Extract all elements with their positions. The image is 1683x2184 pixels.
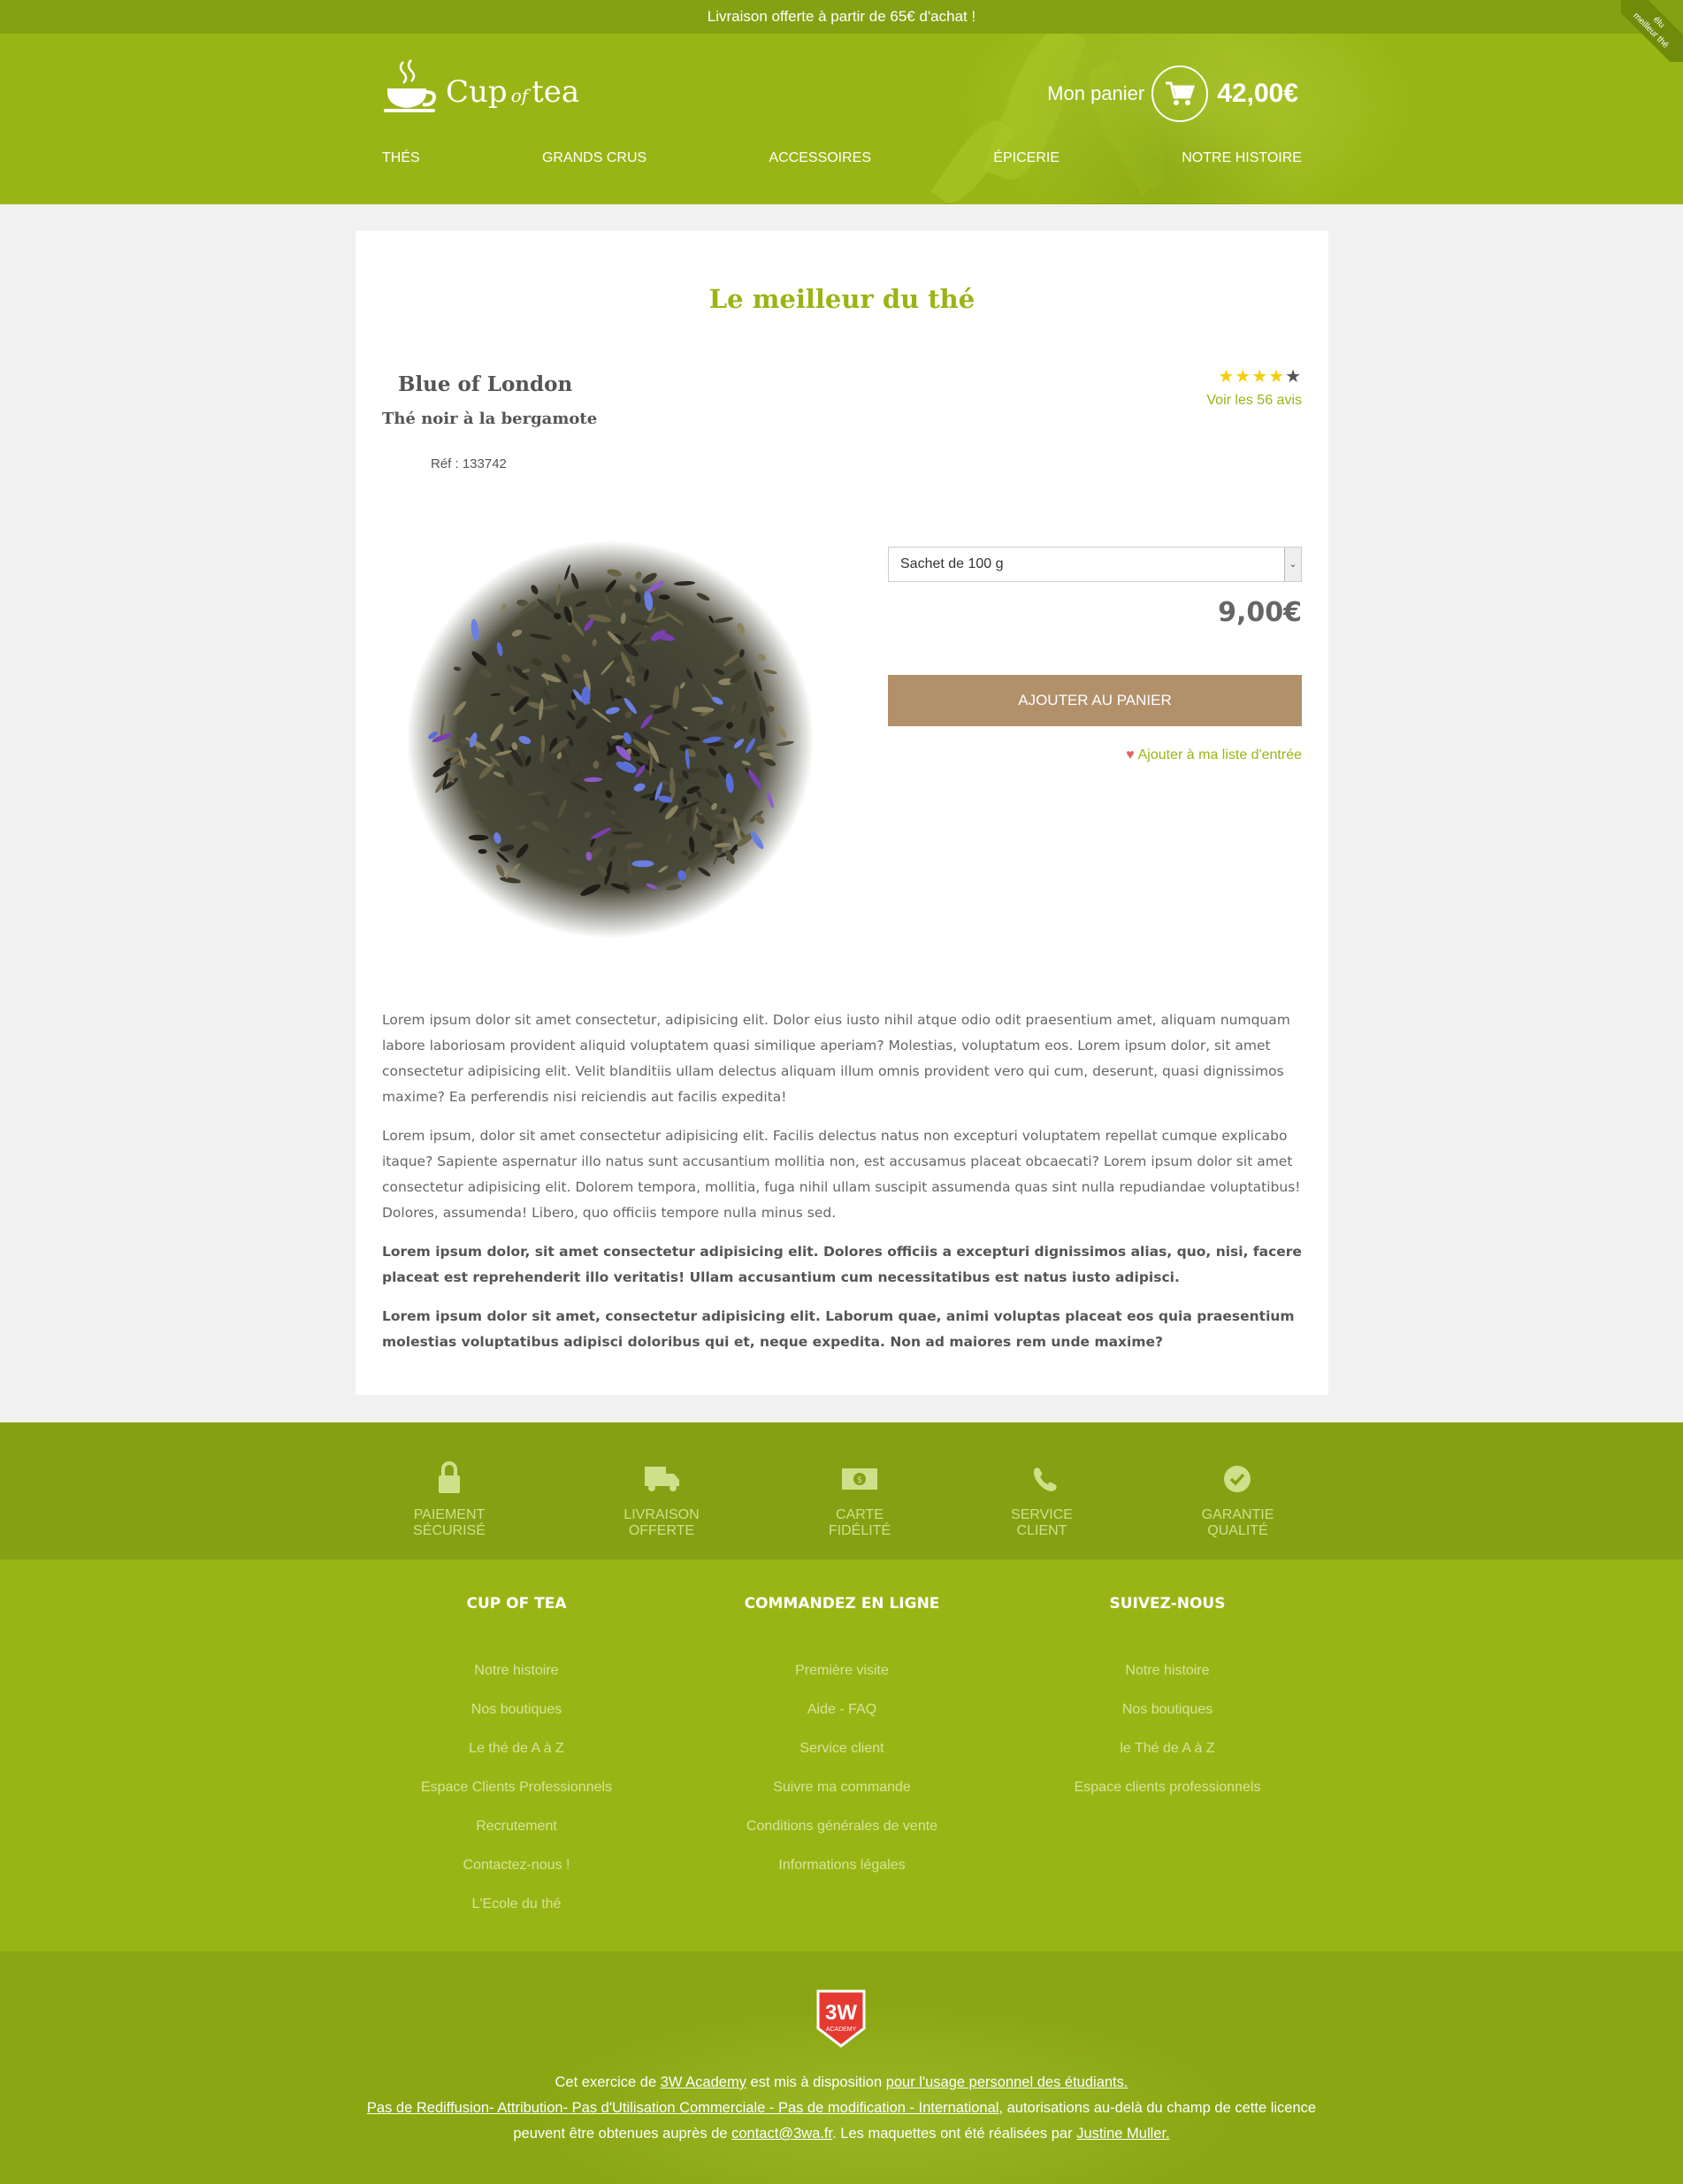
footer-column-title: CUP OF TEA bbox=[466, 1595, 567, 1613]
footer-link[interactable]: Recrutement bbox=[340, 1807, 693, 1846]
footer-column-title: SUIVEZ-NOUS bbox=[1109, 1595, 1226, 1613]
footer-link[interactable]: Première visite bbox=[665, 1651, 1019, 1690]
footer-link[interactable]: Notre histoire bbox=[991, 1651, 1344, 1690]
main-nav: THÉS GRANDS CRUS ACCESSOIRES ÉPICERIE NO… bbox=[382, 150, 1302, 166]
teacup-icon bbox=[384, 59, 436, 112]
feature-secure-payment: PAIEMENT SÉCURISÉ bbox=[382, 1454, 516, 1539]
feature-quality-guarantee: GARANTIE QUALITÉ bbox=[1174, 1454, 1302, 1539]
cart-summary[interactable]: Mon panier 42,00€ bbox=[1047, 65, 1298, 122]
contact-email-link[interactable]: contact@3wa.fr bbox=[731, 2126, 832, 2142]
product-card: Le meilleur du thé Blue of London Thé no… bbox=[356, 231, 1328, 1395]
features-strip: PAIEMENT SÉCURISÉ LIVRAISON OFFERTE $ CA… bbox=[0, 1422, 1683, 1559]
logo-text: Cup of tea bbox=[446, 74, 580, 110]
description-paragraph: Lorem ipsum dolor sit amet consectetur, … bbox=[382, 1012, 1290, 1105]
nav-item-notre-histoire[interactable]: NOTRE HISTOIRE bbox=[1182, 150, 1302, 166]
footer-link[interactable]: Aide - FAQ bbox=[665, 1690, 1019, 1729]
footer-link[interactable]: Suivre ma commande bbox=[665, 1768, 1019, 1807]
nav-item-grands-crus[interactable]: GRANDS CRUS bbox=[542, 150, 646, 166]
reviews-link[interactable]: Voir les 56 avis bbox=[1206, 393, 1302, 409]
footer-link[interactable]: Nos boutiques bbox=[340, 1690, 693, 1729]
feature-loyalty-card: $ CARTE FIDÉLITÉ bbox=[807, 1454, 912, 1539]
footer-link[interactable]: le Thé de A à Z bbox=[991, 1729, 1344, 1768]
wishlist-link[interactable]: ♥ Ajouter à ma liste d'entrée bbox=[1126, 747, 1302, 763]
star-icon: ★ bbox=[1251, 367, 1269, 387]
site-logo[interactable]: Cup of tea bbox=[382, 58, 579, 115]
footer-link[interactable]: Espace Clients Professionnels bbox=[340, 1768, 693, 1807]
star-icon: ★ bbox=[1268, 367, 1286, 387]
product-price: 9,00€ bbox=[1218, 597, 1302, 628]
chevron-down-icon: ⌄ bbox=[1284, 548, 1301, 581]
feature-free-delivery: LIVRAISON OFFERTE bbox=[596, 1454, 727, 1539]
phone-icon bbox=[1033, 1467, 1057, 1491]
money-icon: $ bbox=[842, 1468, 877, 1490]
footer-link[interactable]: L'Ecole du thé bbox=[340, 1885, 693, 1924]
footer-column-suivez-nous: SUIVEZ-NOUS Notre histoire Nos boutiques… bbox=[991, 1595, 1344, 1807]
svg-text:$: $ bbox=[857, 1475, 862, 1485]
footer-link[interactable]: Contactez-nous ! bbox=[340, 1846, 693, 1885]
3w-academy-link[interactable]: 3W Academy bbox=[661, 2074, 746, 2090]
check-circle-icon bbox=[1224, 1466, 1251, 1492]
footer-link[interactable]: Informations légales bbox=[665, 1846, 1019, 1885]
site-footer: CUP OF TEA Notre histoire Nos boutiques … bbox=[0, 1559, 1683, 1951]
footer-link[interactable]: Nos boutiques bbox=[991, 1690, 1344, 1729]
credits-text: Cet exercice de 3W Academy est mis à dis… bbox=[366, 2074, 1317, 2142]
footer-link[interactable]: Notre histoire bbox=[340, 1651, 693, 1690]
license-link[interactable]: Pas de Rediffusion- Attribution- Pas d'U… bbox=[367, 2100, 1003, 2116]
footer-link[interactable]: Service client bbox=[665, 1729, 1019, 1768]
star-empty-icon: ★ bbox=[1285, 367, 1302, 387]
3w-academy-logo[interactable]: 3W ACADEMY bbox=[815, 1989, 867, 2049]
nav-item-accessoires[interactable]: ACCESSOIRES bbox=[769, 150, 871, 166]
footer-column-commandez: COMMANDEZ EN LIGNE Première visite Aide … bbox=[665, 1595, 1019, 1885]
footer-link[interactable]: Le thé de A à Z bbox=[340, 1729, 693, 1768]
designer-link[interactable]: Justine Muller. bbox=[1076, 2126, 1169, 2142]
rating-stars: ★★★★★ bbox=[1218, 365, 1302, 387]
svg-text:3W: 3W bbox=[825, 2001, 857, 2025]
star-icon: ★ bbox=[1218, 367, 1235, 387]
award-ribbon: élu meilleur thé bbox=[1621, 0, 1683, 62]
lock-icon bbox=[439, 1461, 460, 1493]
star-icon: ★ bbox=[1235, 367, 1252, 387]
footer-link[interactable]: Espace clients professionnels bbox=[991, 1768, 1344, 1807]
footer-link[interactable]: Conditions générales de vente bbox=[665, 1807, 1019, 1846]
footer-column-title: COMMANDEZ EN LIGNE bbox=[744, 1595, 940, 1613]
truck-icon bbox=[645, 1467, 679, 1491]
nav-item-thes[interactable]: THÉS bbox=[382, 150, 420, 166]
nav-item-epicerie[interactable]: ÉPICERIE bbox=[993, 150, 1060, 166]
size-select-value: Sachet de 100 g bbox=[900, 556, 1004, 571]
footer-column-cup-of-tea: CUP OF TEA Notre histoire Nos boutiques … bbox=[340, 1595, 693, 1924]
product-description: Lorem ipsum dolor sit amet consectetur, … bbox=[382, 1008, 1302, 1368]
section-title: Le meilleur du thé bbox=[708, 284, 975, 314]
description-paragraph: Lorem ipsum, dolor sit amet consectetur … bbox=[382, 1128, 1301, 1221]
site-header: Cup of tea Mon panier 42,00€ THÉS GRANDS C… bbox=[0, 34, 1683, 204]
description-paragraph-bold: Lorem ipsum dolor, sit amet consectetur … bbox=[382, 1244, 1302, 1285]
product-image bbox=[407, 540, 814, 939]
student-use-link[interactable]: pour l'usage personnel des étudiants. bbox=[886, 2074, 1128, 2090]
credits-section: 3W ACADEMY Cet exercice de 3W Academy es… bbox=[0, 1951, 1683, 2184]
description-paragraph-bold: Lorem ipsum dolor sit amet, consectetur … bbox=[382, 1308, 1295, 1350]
wishlist-label: Ajouter à ma liste d'entrée bbox=[1137, 747, 1302, 762]
cart-total: 42,00€ bbox=[1217, 79, 1298, 108]
product-name: Blue of London bbox=[398, 372, 573, 396]
svg-text:ACADEMY: ACADEMY bbox=[826, 2027, 857, 2033]
product-subtitle: Thé noir à la bergamote bbox=[382, 410, 598, 428]
cart-button[interactable] bbox=[1151, 65, 1209, 122]
cart-label: Mon panier bbox=[1047, 82, 1145, 104]
size-select[interactable]: Sachet de 100 g ⌄ bbox=[888, 547, 1302, 582]
heart-icon: ♥ bbox=[1126, 747, 1135, 762]
shipping-banner: Livraison offerte à partir de 65€ d'acha… bbox=[0, 0, 1683, 34]
add-to-cart-button[interactable]: AJOUTER AU PANIER bbox=[888, 675, 1302, 726]
product-reference: Réf : 133742 bbox=[431, 456, 507, 471]
feature-customer-service: SERVICE CLIENT bbox=[989, 1454, 1095, 1539]
cart-icon bbox=[1166, 81, 1196, 105]
